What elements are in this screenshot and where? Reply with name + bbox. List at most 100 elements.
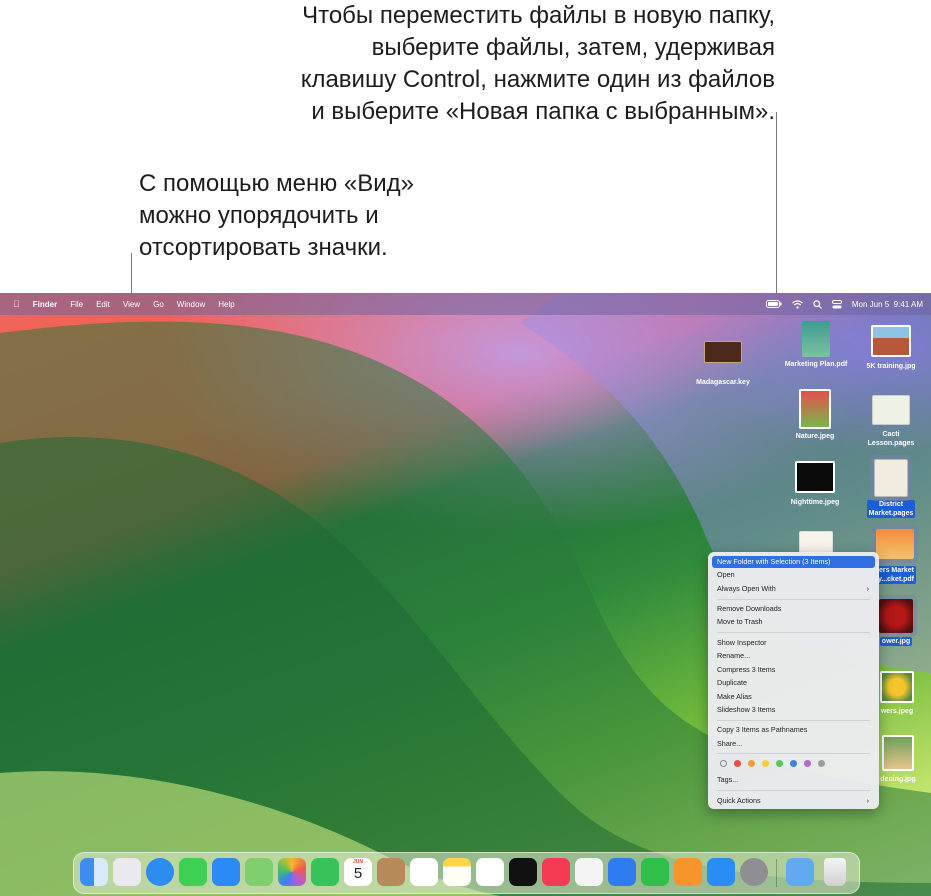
menu-separator (717, 599, 870, 600)
callout-line: и выберите «Новая папка с выбранным». (311, 98, 775, 125)
menu-item-open[interactable]: Open (712, 569, 875, 581)
menu-item-always-open-with[interactable]: Always Open With › (712, 583, 875, 595)
mail-icon[interactable] (212, 858, 240, 886)
numbers-icon[interactable] (641, 858, 669, 886)
safari-icon[interactable] (146, 858, 174, 886)
tag-blue-dot[interactable] (790, 759, 797, 767)
menu-bar-clock[interactable]: Mon Jun 5 9:41 AM (852, 300, 923, 309)
trash-icon[interactable] (824, 858, 846, 886)
menu-item-quick-actions[interactable]: Quick Actions › (712, 795, 875, 807)
callout-line: Чтобы переместить файлы в новую папку, (302, 2, 775, 29)
news-icon[interactable] (575, 858, 603, 886)
menu-item-make-alias[interactable]: Make Alias (712, 691, 875, 703)
menu-item-share[interactable]: Share... (712, 738, 875, 750)
desktop-icon-label: Nature.jpeg (795, 433, 835, 440)
downloads-folder-icon[interactable] (786, 858, 814, 886)
desktop-icon-nature[interactable]: Nature.jpeg (780, 389, 850, 441)
tag-none-dot[interactable] (720, 759, 727, 767)
menu-window[interactable]: Window (177, 300, 205, 309)
menu-edit[interactable]: Edit (96, 300, 110, 309)
label-line: ly...cket.pdf (876, 576, 914, 583)
menu-help[interactable]: Help (218, 300, 234, 309)
maps-icon[interactable] (245, 858, 273, 886)
menu-item-show-inspector[interactable]: Show Inspector (712, 637, 875, 649)
desktop-icon-cacti-lesson[interactable]: Cacti Lesson.pages (858, 395, 924, 448)
keynote-file-icon (704, 341, 742, 363)
menu-item-move-to-trash[interactable]: Move to Trash (712, 616, 875, 628)
battery-icon[interactable] (765, 300, 782, 308)
callout-view-menu: С помощью меню «Вид» можно упорядочить и… (139, 168, 559, 264)
calendar-icon[interactable]: JUN 5 (344, 858, 372, 886)
wifi-icon[interactable] (791, 299, 803, 309)
image-file-icon (880, 671, 914, 703)
tag-yellow-dot[interactable] (762, 759, 769, 767)
desktop-icon-flower[interactable]: ower.jpg (872, 595, 920, 646)
app-store-icon[interactable] (707, 858, 735, 886)
menu-bar:  Finder File Edit View Go Window Help M… (0, 293, 931, 315)
menu-item-copy-pathnames[interactable]: Copy 3 Items as Pathnames (712, 724, 875, 736)
chevron-right-icon: › (866, 796, 869, 805)
pages-file-icon (870, 455, 912, 501)
image-file-icon (799, 389, 831, 429)
menu-item-slideshow[interactable]: Slideshow 3 Items (712, 704, 875, 716)
menu-finder[interactable]: Finder (33, 300, 57, 309)
menu-view[interactable]: View (123, 300, 140, 309)
desktop-icon-label: District Market.pages (866, 500, 916, 518)
label-line: Lesson.pages (867, 440, 915, 447)
control-center-icon[interactable] (831, 299, 842, 309)
pages-icon[interactable] (674, 858, 702, 886)
desktop-icon-flowers[interactable]: wers.jpeg (874, 671, 920, 716)
menu-item-tags[interactable]: Tags... (712, 774, 875, 786)
apple-menu-icon[interactable]:  (13, 299, 20, 309)
desktop-icon-nighttime[interactable]: Nighttime.jpeg (780, 461, 850, 507)
dock: JUN 5 (73, 852, 860, 894)
image-file-icon (799, 531, 833, 553)
desktop-icon-madagascar[interactable]: Madagascar.key (688, 341, 758, 387)
desktop-icon-label: Nighttime.jpeg (790, 499, 840, 506)
menu-item-compress[interactable]: Compress 3 Items (712, 664, 875, 676)
reminders-icon[interactable] (410, 858, 438, 886)
menu-item-new-folder-with-selection[interactable]: New Folder with Selection (3 Items) (712, 556, 875, 568)
desktop-icon-marketing-plan[interactable]: Marketing Plan.pdf (776, 321, 856, 369)
menu-item-remove-downloads[interactable]: Remove Downloads (712, 603, 875, 615)
desktop-icon-5k-training[interactable]: 5K training.jpg (858, 325, 924, 371)
menu-item-rename[interactable]: Rename... (712, 650, 875, 662)
tag-gray-dot[interactable] (818, 759, 825, 767)
launchpad-icon[interactable] (113, 858, 141, 886)
calendar-day: 5 (353, 865, 363, 882)
menu-item-label: Quick Actions (717, 796, 761, 805)
label-line: District (878, 501, 904, 508)
context-menu: New Folder with Selection (3 Items) Open… (708, 552, 879, 809)
photos-icon[interactable] (278, 858, 306, 886)
messages-icon[interactable] (179, 858, 207, 886)
system-settings-icon[interactable] (740, 858, 768, 886)
label-line: Market.pages (868, 510, 914, 517)
freeform-icon[interactable] (476, 858, 504, 886)
keynote-icon[interactable] (608, 858, 636, 886)
callout-line: выберите файлы, затем, удерживая (371, 34, 775, 61)
tag-green-dot[interactable] (776, 759, 783, 767)
menu-go[interactable]: Go (153, 300, 164, 309)
image-file-icon (795, 461, 835, 493)
menu-item-duplicate[interactable]: Duplicate (712, 677, 875, 689)
tag-purple-dot[interactable] (804, 759, 811, 767)
music-icon[interactable] (542, 858, 570, 886)
tag-red-dot[interactable] (734, 759, 741, 767)
finder-icon[interactable] (80, 858, 108, 886)
menu-item-label: Always Open With (717, 584, 776, 593)
tv-icon[interactable] (509, 858, 537, 886)
desktop-icon-district-market[interactable]: District Market.pages (858, 455, 924, 518)
facetime-icon[interactable] (311, 858, 339, 886)
callout-line: можно упорядочить и (139, 202, 379, 229)
desktop-icon-gardening[interactable]: dening.jpg (874, 735, 922, 784)
spotlight-search-icon[interactable] (813, 299, 822, 309)
menu-extras: Mon Jun 5 9:41 AM (765, 293, 923, 315)
tag-orange-dot[interactable] (748, 759, 755, 767)
dock-divider (776, 859, 777, 887)
pages-file-icon (872, 395, 910, 425)
notes-icon[interactable] (443, 858, 471, 886)
callout-line: С помощью меню «Вид» (139, 170, 414, 197)
image-file-icon (882, 735, 914, 771)
contacts-icon[interactable] (377, 858, 405, 886)
menu-file[interactable]: File (70, 300, 83, 309)
